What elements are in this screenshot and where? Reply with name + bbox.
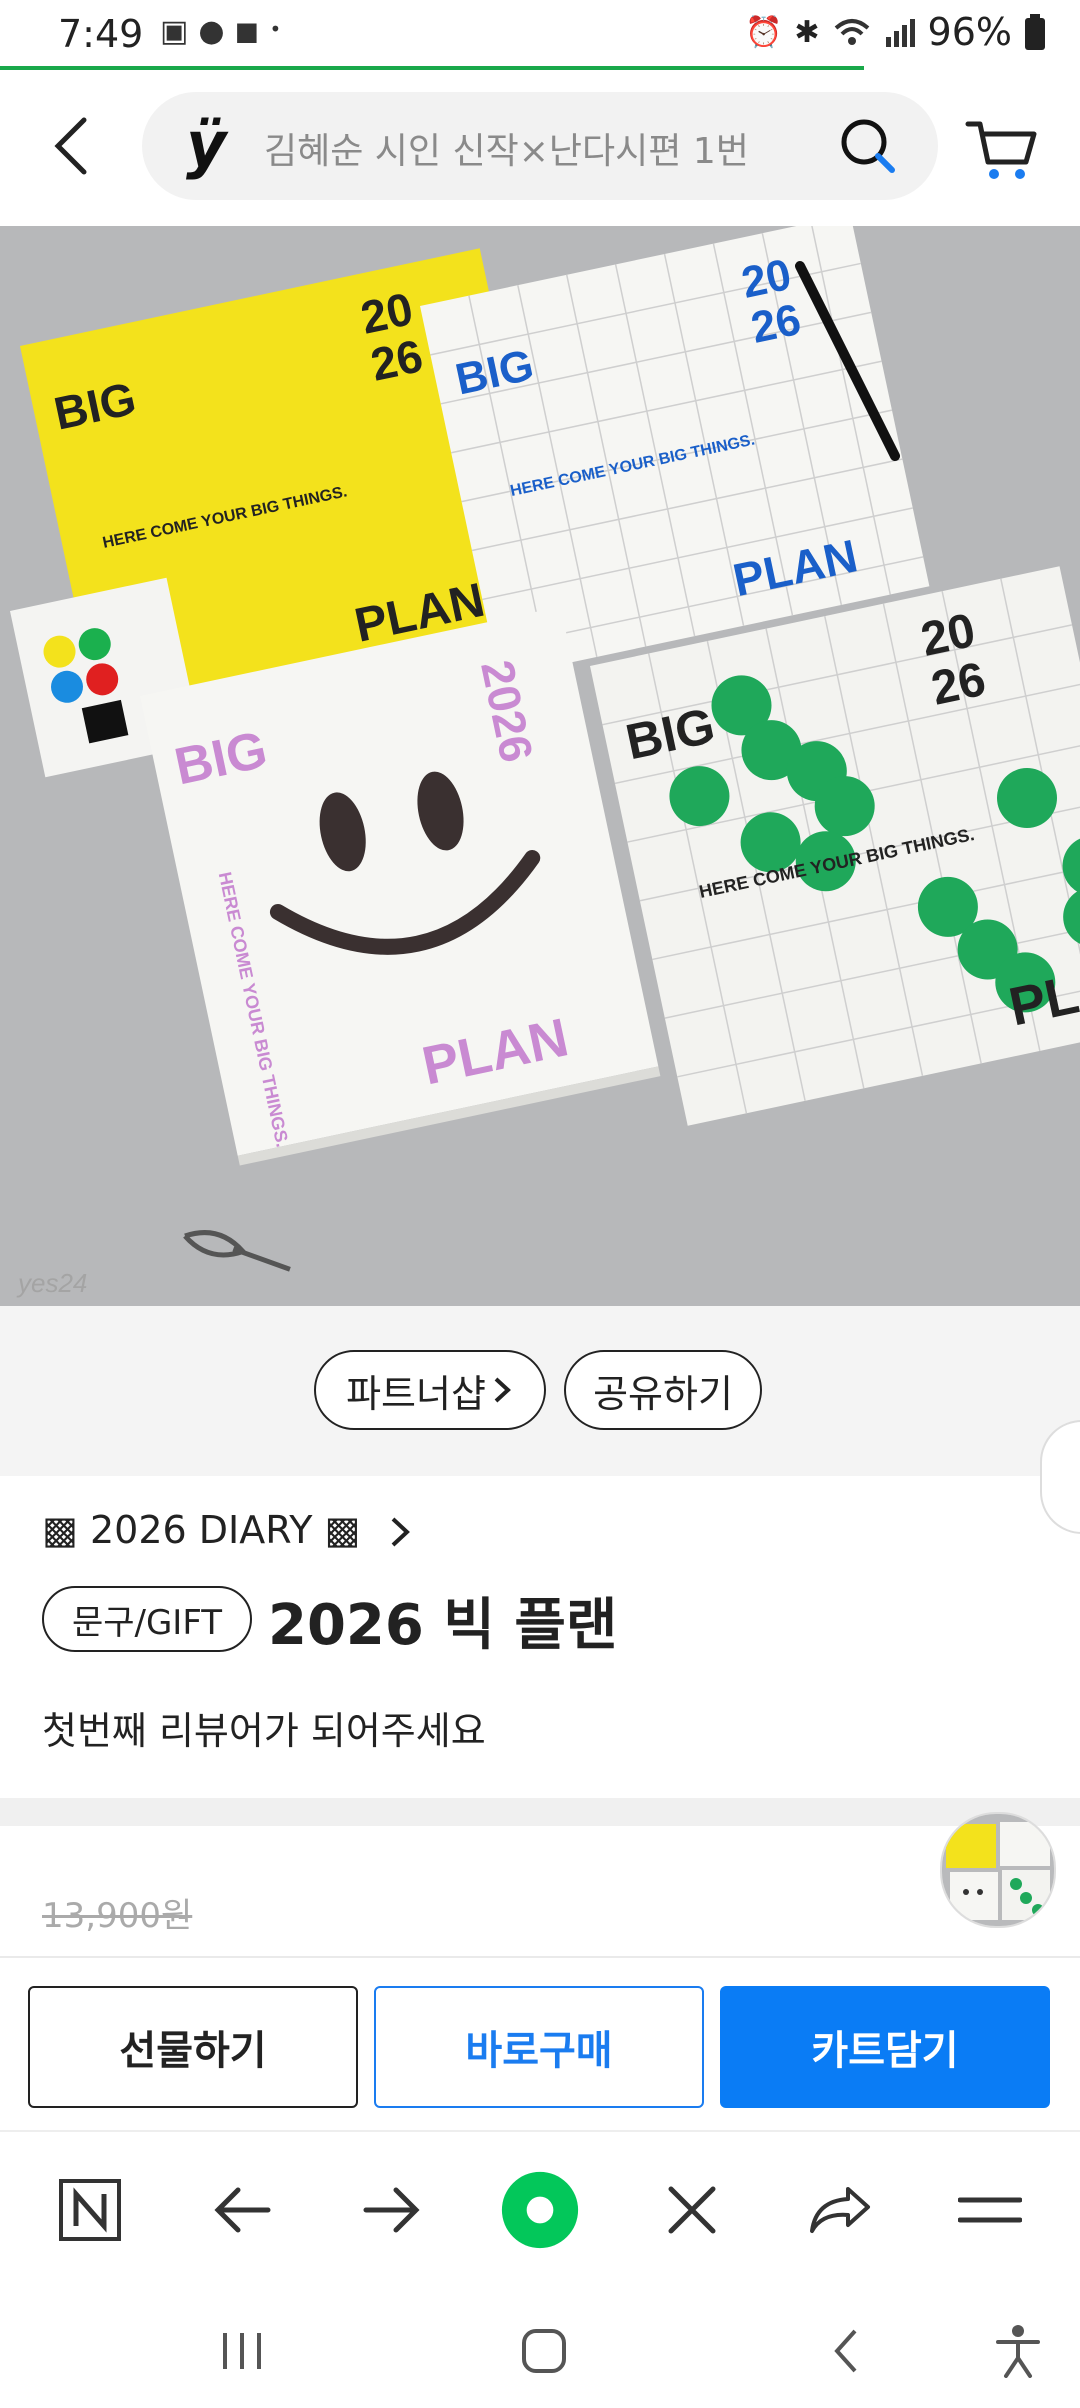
arrow-right-icon [363,2187,420,2233]
system-back-button[interactable] [806,2316,886,2386]
naver-home-button[interactable] [50,2170,130,2250]
arrow-left-icon [214,2187,271,2233]
original-price: 13,900원 [42,1896,193,1936]
recent-apps-icon [223,2333,261,2369]
chat-icon: ● [198,14,225,49]
product-thumbnail[interactable] [940,1812,1056,1928]
chevron-right-icon [494,1377,511,1403]
svg-text:26: 26 [747,295,805,353]
status-right: ⏰ ✱ 96% [745,10,1046,54]
battery-icon [1025,14,1045,50]
chevron-left-icon [834,2329,857,2373]
naver-green-dot-icon [501,2171,579,2249]
notification-icons: ▣ ● ◼ • [160,14,281,49]
add-to-cart-button[interactable]: 카트담기 [720,1986,1050,2108]
category-label: ▩ 2026 DIARY ▩ [42,1508,361,1552]
category-link[interactable]: ▩ 2026 DIARY ▩ [42,1508,413,1552]
gallery-icon: ▣ [160,14,189,49]
chevron-right-icon [391,1517,410,1547]
buy-now-button[interactable]: 바로구매 [374,1986,704,2108]
recent-apps-button[interactable] [202,2316,282,2386]
product-title: 2026 빅 플랜 [268,1593,618,1658]
browser-forward-button[interactable] [352,2170,432,2250]
search-icon[interactable] [838,116,898,176]
naver-green-button[interactable] [500,2170,580,2250]
status-time: 7:49 [58,12,144,56]
accessibility-icon [996,2325,1040,2378]
browser-back-button[interactable] [202,2170,282,2250]
accessibility-button[interactable] [978,2316,1058,2386]
bluetooth-icon: ✱ [794,14,820,50]
partner-shop-button[interactable]: 파트너샵 [314,1350,546,1430]
share-button[interactable]: 공유하기 [564,1350,762,1430]
alarm-icon: ⏰ [745,14,783,50]
section-divider [0,1798,1080,1826]
signal-icon [885,19,915,47]
battery-level: 96% [927,10,1012,54]
watermark: yes24 [16,1268,87,1298]
close-icon [668,2186,716,2234]
naver-n-icon [59,2179,121,2241]
category-badge: 문구/GIFT [42,1586,252,1652]
home-button[interactable] [504,2316,584,2386]
product-image[interactable]: BIG 20 26 HERE COME YOUR BIG THINGS. PLA… [0,226,1080,1306]
thumbnail-image [942,1814,1054,1926]
svg-text:26: 26 [366,329,427,391]
menu-icon [958,2197,1022,2223]
product-photo: BIG 20 26 HERE COME YOUR BIG THINGS. PLA… [0,226,1080,1306]
search-input[interactable]: 김혜순 시인 신작×난다시편 1번 [264,122,749,174]
chevron-left-icon [54,117,87,175]
share-arrow-icon [810,2187,870,2233]
back-button[interactable] [40,110,104,182]
partner-shop-label: 파트너샵 [346,1371,486,1416]
yes24-logo[interactable]: ÿ [186,108,226,181]
gift-button[interactable]: 선물하기 [28,1986,358,2108]
svg-text:26: 26 [927,653,990,716]
dot-icon: • [269,17,282,41]
review-prompt[interactable]: 첫번째 리뷰어가 되어주세요 [42,1700,486,1755]
wifi-icon [834,19,869,45]
home-icon [522,2329,566,2373]
message-icon: ◼ [234,14,260,49]
close-button[interactable] [652,2170,732,2250]
buttons-divider [0,1956,1080,1958]
cart-icon[interactable] [964,116,1038,182]
menu-button[interactable] [950,2170,1030,2250]
share-label: 공유하기 [593,1371,733,1416]
share-toolbar-button[interactable] [800,2170,880,2250]
